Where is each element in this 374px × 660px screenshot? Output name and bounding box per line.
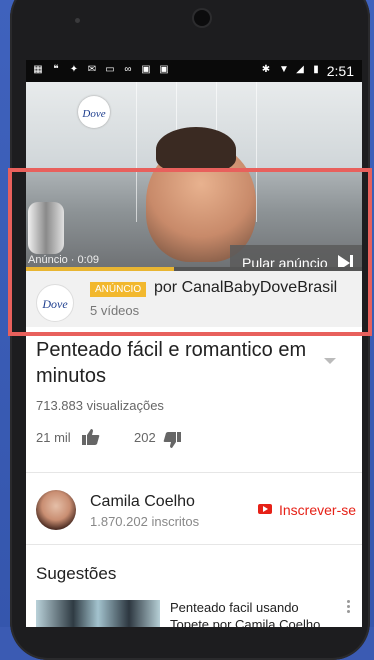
more-options-icon[interactable] [347,600,350,614]
like-count: 21 mil [36,430,71,445]
thumbs-up-icon[interactable] [82,429,100,445]
divider [26,544,362,545]
signal-icon: ◢ [296,64,304,75]
subscribe-button[interactable]: Inscrever-se [279,502,356,518]
gmail-icon: ✉ [87,64,97,75]
suggestions-header: Sugestões [36,564,117,583]
twitter-icon: ✦ [69,64,79,75]
suggestion-thumbnail[interactable] [36,600,160,627]
channel-subscribers: 1.870.202 inscritos [90,514,200,529]
dislike-count: 202 [134,430,156,445]
youtube-subscribe-icon[interactable] [258,504,272,514]
sensor [75,18,80,23]
bag-icon: ▣ [141,64,151,75]
divider [26,472,362,473]
expand-description-icon[interactable] [324,358,336,364]
view-count: 713.883 visualizações [36,398,164,413]
dove-logo: Dove [78,96,110,128]
channel-name[interactable]: Camila Coelho [90,493,195,511]
front-camera [194,10,210,26]
image-icon: ▭ [105,64,115,75]
wifi-icon: ▼ [279,64,289,75]
battery-icon: ▮ [313,64,319,75]
status-time: 2:51 [326,63,354,79]
channel-avatar[interactable] [36,490,76,530]
screen: ▦ ❝ ✦ ✉ ▭ ∞ ▣ ▣ ✱ ▼ ◢ ▮ 2:51 Dove Pular … [26,60,362,627]
calendar-icon: ▦ [33,64,43,75]
thumbs-down-icon[interactable] [163,432,181,448]
status-bar: ▦ ❝ ✦ ✉ ▭ ∞ ▣ ▣ ✱ ▼ ◢ ▮ 2:51 [26,60,362,82]
highlight-box [8,168,372,336]
hangouts-icon: ❝ [53,64,59,75]
baby-hair [156,127,236,172]
bag-check-icon: ▣ [159,64,169,75]
voicemail-icon: ∞ [124,64,132,75]
video-title: Penteado fácil e romantico em minutos [36,339,307,387]
suggestion-title[interactable]: Penteado facil usando Topete por Camila … [170,599,340,627]
bluetooth-icon: ✱ [261,64,271,75]
